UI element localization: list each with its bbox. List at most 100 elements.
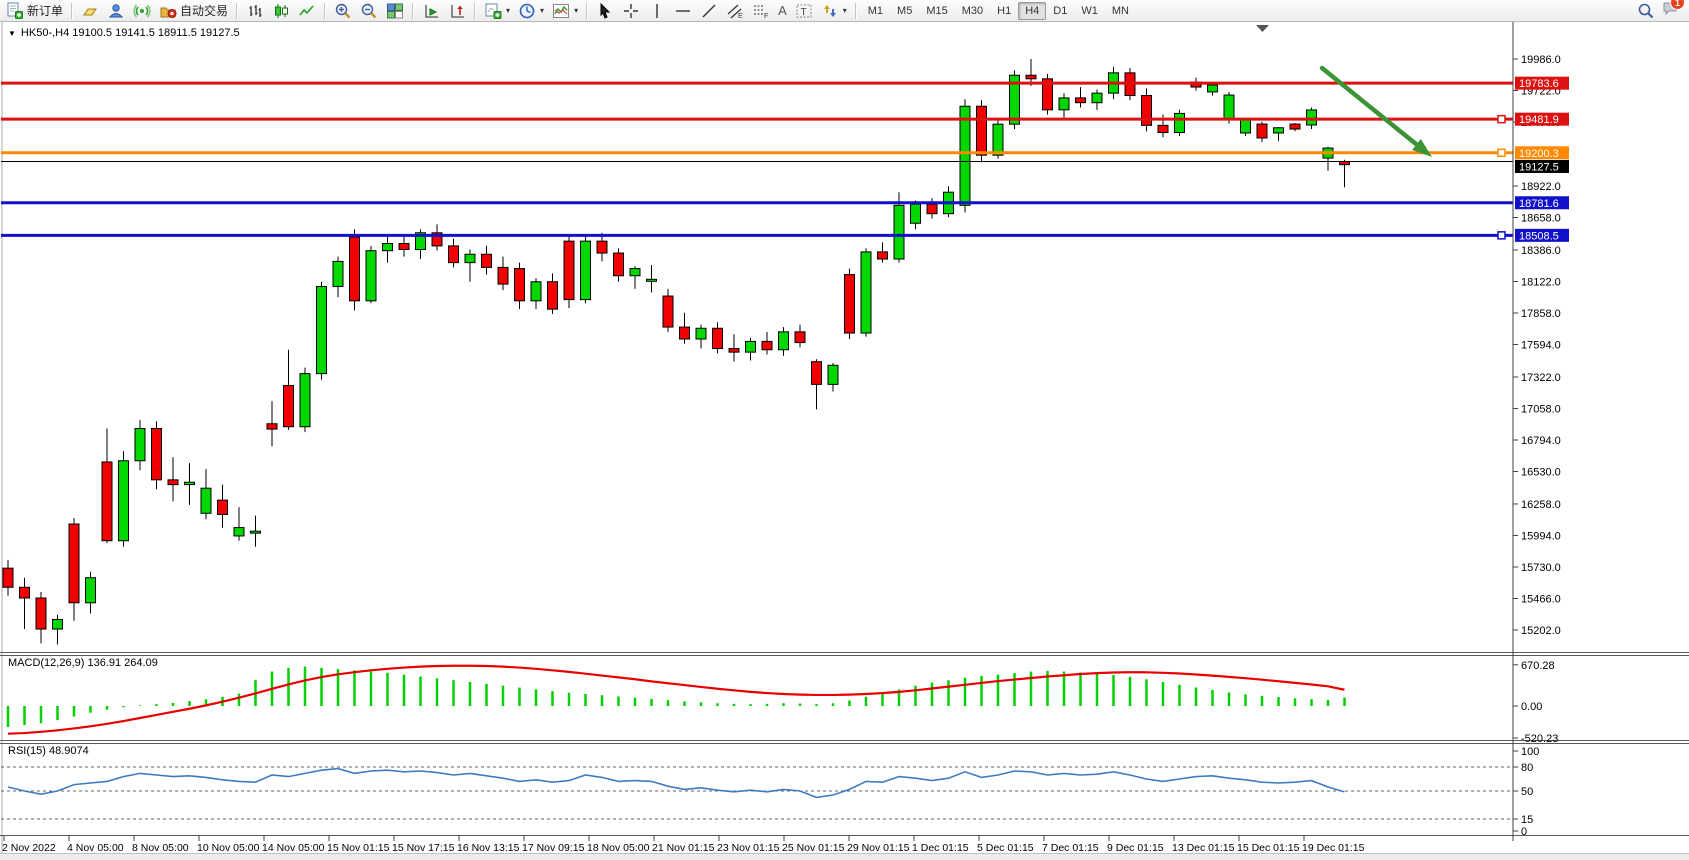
svg-text:19783.6: 19783.6 bbox=[1519, 78, 1559, 90]
tf-mn[interactable]: MN bbox=[1105, 2, 1136, 20]
indicators-icon bbox=[552, 2, 570, 20]
chart-window[interactable]: 19986.019722.019458.018922.018658.018386… bbox=[0, 22, 1689, 860]
toolbar-right: 1 bbox=[1637, 0, 1687, 22]
arrows-button[interactable]: ▾ bbox=[817, 0, 851, 22]
community-button[interactable] bbox=[103, 0, 129, 22]
mt4-application: 新订单 自动交易 bbox=[0, 0, 1689, 860]
window-bottom-edge bbox=[0, 853, 1689, 860]
horizontal-line-button[interactable] bbox=[670, 0, 696, 22]
toolbar-separator bbox=[474, 3, 476, 19]
indicators-button[interactable]: ▾ bbox=[548, 0, 582, 22]
zoom-in-button[interactable] bbox=[330, 0, 356, 22]
svg-text:18508.5: 18508.5 bbox=[1519, 230, 1559, 242]
profile-icon bbox=[107, 2, 125, 20]
arrows-icon bbox=[821, 2, 839, 20]
notification-badge: 1 bbox=[1670, 0, 1685, 10]
svg-text:E: E bbox=[738, 13, 743, 20]
auto-trading-button[interactable]: 自动交易 bbox=[155, 0, 232, 22]
svg-text:100: 100 bbox=[1521, 746, 1539, 758]
chart-title: ▼ HK50-,H4 19100.5 19141.5 18911.5 19127… bbox=[8, 27, 240, 39]
fibonacci-icon: F bbox=[752, 2, 770, 20]
candlestick-chart-button[interactable] bbox=[268, 0, 294, 22]
svg-text:16258.0: 16258.0 bbox=[1521, 499, 1561, 511]
vertical-line-button[interactable] bbox=[644, 0, 670, 22]
trendline-button[interactable] bbox=[696, 0, 722, 22]
line-chart-button[interactable] bbox=[294, 0, 320, 22]
svg-text:17594.0: 17594.0 bbox=[1521, 340, 1561, 352]
svg-text:15: 15 bbox=[1521, 814, 1533, 826]
new-order-icon bbox=[6, 2, 24, 20]
new-order-label: 新订单 bbox=[27, 2, 63, 19]
auto-scroll-button[interactable] bbox=[418, 0, 444, 22]
svg-text:0: 0 bbox=[1521, 826, 1527, 838]
svg-text:-520.23: -520.23 bbox=[1521, 733, 1558, 745]
svg-text:18658.0: 18658.0 bbox=[1521, 213, 1561, 225]
svg-text:15202.0: 15202.0 bbox=[1521, 625, 1561, 637]
svg-text:0.00: 0.00 bbox=[1521, 701, 1542, 713]
svg-text:15466.0: 15466.0 bbox=[1521, 593, 1561, 605]
new-chart-icon bbox=[484, 2, 502, 20]
macd-label: MACD(12,26,9) 136.91 264.09 bbox=[8, 657, 158, 669]
tf-m1[interactable]: M1 bbox=[861, 2, 890, 20]
tf-w1[interactable]: W1 bbox=[1074, 2, 1105, 20]
text-button[interactable]: A bbox=[774, 0, 791, 22]
text-label-button[interactable]: T bbox=[791, 0, 817, 22]
notifications-button[interactable]: 1 bbox=[1661, 0, 1679, 22]
toolbar-separator bbox=[71, 3, 73, 19]
svg-text:670.28: 670.28 bbox=[1521, 660, 1555, 672]
toolbar-separator bbox=[236, 3, 238, 19]
tf-h4[interactable]: H4 bbox=[1018, 2, 1046, 20]
svg-text:17858.0: 17858.0 bbox=[1521, 308, 1561, 320]
svg-text:50: 50 bbox=[1521, 786, 1533, 798]
tile-windows-icon bbox=[386, 2, 404, 20]
crosshair-button[interactable] bbox=[618, 0, 644, 22]
svg-text:T: T bbox=[800, 7, 806, 18]
svg-text:19481.9: 19481.9 bbox=[1519, 114, 1559, 126]
new-order-button[interactable]: 新订单 bbox=[2, 0, 67, 22]
tf-h1[interactable]: H1 bbox=[990, 2, 1018, 20]
bar-chart-icon bbox=[246, 2, 264, 20]
toolbar-separator bbox=[324, 3, 326, 19]
svg-text:F: F bbox=[764, 13, 768, 20]
tf-m30[interactable]: M30 bbox=[955, 2, 990, 20]
rsi-label: RSI(15) 48.9074 bbox=[8, 745, 89, 757]
svg-text:17058.0: 17058.0 bbox=[1521, 403, 1561, 415]
periods-button[interactable]: ▾ bbox=[514, 0, 548, 22]
search-icon[interactable] bbox=[1637, 2, 1655, 20]
svg-text:18781.6: 18781.6 bbox=[1519, 198, 1559, 210]
channel-button[interactable]: E bbox=[722, 0, 748, 22]
vertical-line-icon bbox=[648, 2, 666, 20]
svg-text:19200.3: 19200.3 bbox=[1519, 148, 1559, 160]
fibonacci-button[interactable]: F bbox=[748, 0, 774, 22]
svg-text:15994.0: 15994.0 bbox=[1521, 530, 1561, 542]
tile-windows-button[interactable] bbox=[382, 0, 408, 22]
svg-text:19127.5: 19127.5 bbox=[1519, 161, 1559, 173]
svg-text:16530.0: 16530.0 bbox=[1521, 466, 1561, 478]
signals-button[interactable] bbox=[129, 0, 155, 22]
gold-ingot-icon bbox=[81, 2, 99, 20]
cursor-button[interactable] bbox=[592, 0, 618, 22]
trendline-icon bbox=[700, 2, 718, 20]
cursor-icon bbox=[596, 2, 614, 20]
svg-text:19986.0: 19986.0 bbox=[1521, 54, 1561, 66]
signal-icon bbox=[133, 2, 151, 20]
zoom-out-button[interactable] bbox=[356, 0, 382, 22]
text-a-label: A bbox=[778, 3, 787, 18]
crosshair-icon bbox=[622, 2, 640, 20]
chart-canvas[interactable]: 19986.019722.019458.018922.018658.018386… bbox=[0, 22, 1689, 860]
deposit-button[interactable] bbox=[77, 0, 103, 22]
chevron-down-icon: ▾ bbox=[540, 6, 544, 15]
horizontal-line-icon bbox=[674, 2, 692, 20]
zoom-in-icon bbox=[334, 2, 352, 20]
chart-title-text: HK50-,H4 19100.5 19141.5 18911.5 19127.5 bbox=[21, 27, 240, 39]
tf-m5[interactable]: M5 bbox=[890, 2, 919, 20]
bar-chart-button[interactable] bbox=[242, 0, 268, 22]
auto-trading-label: 自动交易 bbox=[180, 2, 228, 19]
auto-scroll-icon bbox=[422, 2, 440, 20]
tf-d1[interactable]: D1 bbox=[1046, 2, 1074, 20]
new-chart-button[interactable]: ▾ bbox=[480, 0, 514, 22]
tf-m15[interactable]: M15 bbox=[919, 2, 954, 20]
collapse-icon[interactable]: ▼ bbox=[8, 29, 16, 38]
svg-text:80: 80 bbox=[1521, 762, 1533, 774]
chart-shift-button[interactable] bbox=[444, 0, 470, 22]
